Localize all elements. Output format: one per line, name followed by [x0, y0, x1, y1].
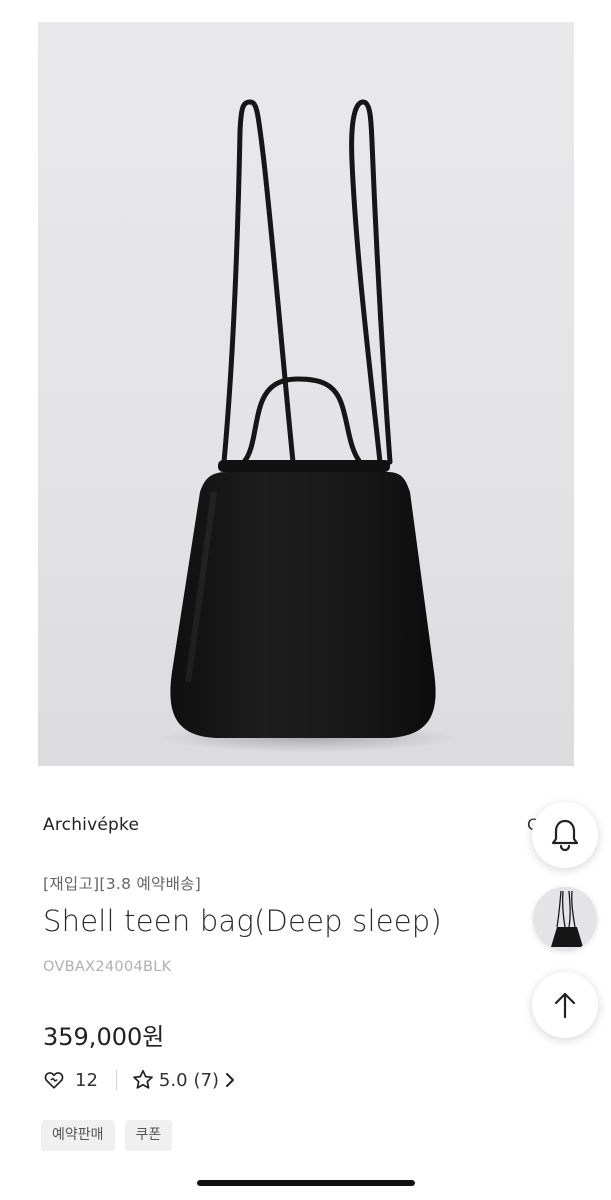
product-price: 359,000원 — [43, 1023, 165, 1051]
bag-illustration — [159, 99, 459, 752]
product-stats: 12 5.0 (7) — [43, 1067, 237, 1093]
notify-button[interactable] — [532, 802, 598, 868]
product-thumbnail[interactable] — [533, 887, 597, 951]
heart-icon[interactable] — [43, 1069, 65, 1091]
top-handle — [241, 376, 363, 465]
star-icon — [133, 1069, 153, 1089]
product-tags: 예약판매 쿠폰 — [41, 1120, 173, 1151]
arrow-up-icon — [554, 992, 576, 1019]
chevron-right-icon[interactable] — [223, 1071, 237, 1089]
like-count: 12 — [75, 1069, 98, 1091]
scroll-top-button[interactable] — [532, 972, 598, 1038]
review-count[interactable]: (7) — [194, 1070, 220, 1091]
product-title: Shell teen bag(Deep sleep) — [43, 904, 442, 938]
home-indicator — [197, 1180, 415, 1186]
product-image[interactable] — [38, 22, 574, 766]
product-sku: OVBAX24004BLK — [43, 959, 172, 975]
tag-preorder: 예약판매 — [41, 1120, 115, 1151]
right-strap — [349, 99, 393, 465]
stats-divider — [115, 1070, 117, 1090]
thumbnail-bag-image — [533, 887, 597, 951]
bag-rim — [218, 460, 390, 472]
bell-icon — [551, 819, 579, 852]
brand-name[interactable]: Archivépke — [43, 815, 139, 835]
rating-score[interactable]: 5.0 — [159, 1070, 188, 1091]
tag-coupon: 쿠폰 — [124, 1120, 173, 1151]
promo-label: [재입고][3.8 예약배송] — [43, 875, 202, 893]
